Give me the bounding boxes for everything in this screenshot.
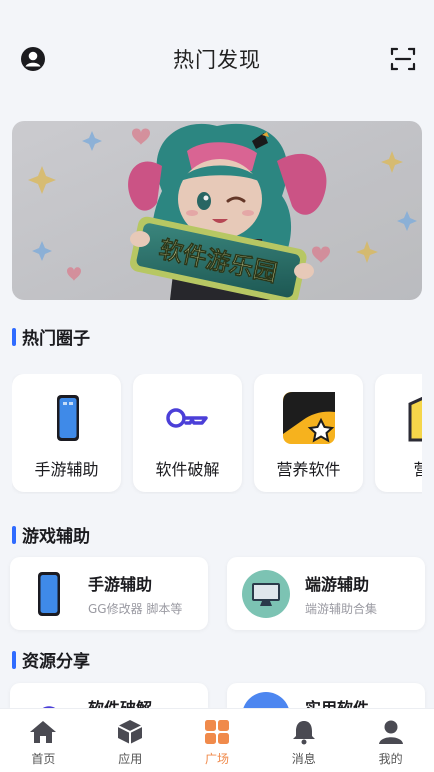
bell-icon [292, 721, 315, 745]
phone-icon [38, 572, 60, 616]
scan-icon[interactable] [390, 46, 416, 72]
resource-card-practical-software[interactable]: 实用软件 [227, 683, 425, 708]
key-icon [165, 408, 208, 428]
tab-messages[interactable]: 消息 [260, 709, 347, 772]
monitor-icon [242, 570, 290, 618]
top-bar: 热门发现 [0, 0, 434, 100]
banner-carousel[interactable]: 软件游乐园 [12, 121, 422, 300]
circle-card-software-crack[interactable]: 软件破解 [133, 374, 242, 492]
tab-label: 消息 [291, 752, 316, 766]
circle-card-label: 软件破解 [155, 460, 220, 479]
game-card-subtitle: 端游辅助合集 [305, 602, 378, 616]
tab-square[interactable]: 广场 [174, 709, 261, 772]
smile-box-icon [408, 396, 422, 442]
section-title-resource-share: 资源分享 [12, 647, 90, 672]
section-title-text: 热门圈子 [22, 329, 90, 349]
section-title-hot-circles: 热门圈子 [12, 324, 90, 349]
circle-card-label: 营养 [413, 460, 422, 479]
tab-label: 我的 [378, 752, 403, 766]
banner-illustration: 软件游乐园 [12, 121, 422, 300]
section-title-game-assist: 游戏辅助 [12, 522, 90, 547]
tab-label: 广场 [204, 752, 229, 766]
game-card-mobile-assist[interactable]: 手游辅助 GG修改器 脚本等 [10, 557, 208, 630]
circle-card-label: 营养软件 [276, 460, 341, 479]
star-box-icon [282, 392, 335, 444]
resource-card-name: 实用软件 [305, 695, 369, 708]
app-icon [243, 692, 289, 708]
game-card-name: 端游辅助 [305, 575, 370, 594]
game-card-name: 手游辅助 [88, 575, 153, 594]
tab-label: 应用 [118, 752, 143, 766]
game-card-pc-assist[interactable]: 端游辅助 端游辅助合集 [227, 557, 425, 630]
resource-card-name: 软件破解 [88, 695, 152, 708]
phone-icon [56, 395, 79, 441]
section-title-text: 资源分享 [22, 652, 90, 672]
section-accent-bar [12, 650, 16, 669]
key-icon [42, 706, 56, 708]
grid-icon [204, 720, 229, 744]
section-accent-bar [12, 525, 16, 544]
home-icon [30, 721, 57, 743]
tab-label: 首页 [31, 752, 56, 766]
tab-home[interactable]: 首页 [0, 709, 87, 772]
section-title-text: 游戏辅助 [22, 527, 90, 547]
resource-card-software-crack[interactable]: 软件破解 [10, 683, 208, 708]
tab-apps[interactable]: 应用 [87, 709, 174, 772]
circle-card-mobile-assist[interactable]: 手游辅助 [12, 374, 121, 492]
page-title: 热门发现 [173, 48, 261, 72]
section-accent-bar [12, 327, 16, 346]
circle-card-nutrition-software[interactable]: 营养软件 [254, 374, 363, 492]
cube-icon [117, 720, 143, 744]
circle-card-nutrition[interactable]: 营养 [375, 374, 422, 492]
game-card-subtitle: GG修改器 脚本等 [88, 602, 183, 616]
user-icon [378, 720, 403, 744]
circle-card-label: 手游辅助 [34, 460, 99, 479]
tab-me[interactable]: 我的 [347, 709, 434, 772]
bottom-tab-bar: 首页 应用 广场 消息 我的 [0, 708, 434, 772]
hot-circles-carousel[interactable]: 手游辅助 软件破解 营养软件 营养 [12, 374, 422, 494]
